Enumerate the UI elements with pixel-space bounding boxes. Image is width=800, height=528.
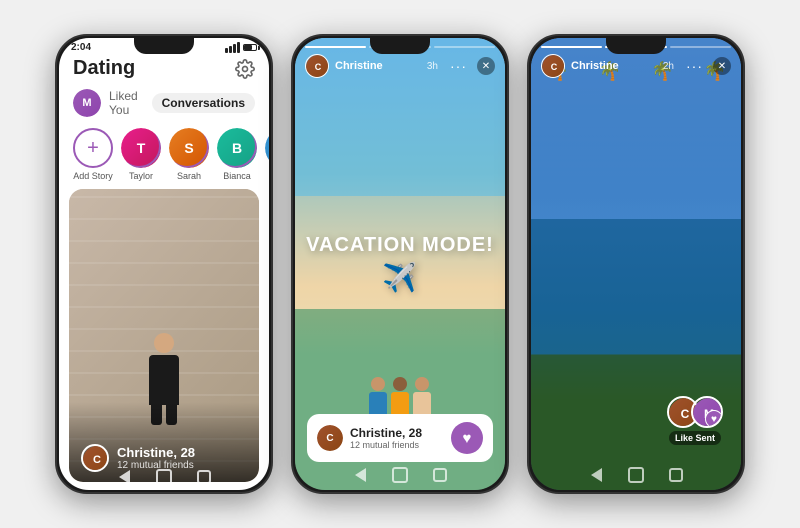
story-avatar-inline-3: C — [541, 54, 565, 78]
nav-back-2[interactable] — [351, 466, 369, 484]
story-add-label: Add Story — [73, 171, 113, 181]
story-meta-3: C Christine 2h ··· ✕ — [541, 54, 731, 78]
person-head — [154, 333, 174, 353]
story-add[interactable]: + Add Story — [73, 128, 113, 181]
story-avatar-taylor: T — [121, 128, 161, 168]
like-avatars-group: C M ♥ — [667, 396, 723, 428]
heart-button-2[interactable]: ♥ — [451, 422, 483, 454]
story-avatar-sp: M — [265, 128, 269, 168]
story-avatar-sarah: S — [169, 128, 209, 168]
person-body — [149, 355, 179, 405]
story-footer-inner-2: C Christine, 28 12 mutual friends ♥ — [307, 414, 493, 462]
nav-recent-2[interactable] — [431, 466, 449, 484]
nav-recent-1[interactable] — [195, 468, 213, 486]
nav-home-3[interactable] — [627, 466, 645, 484]
phone-2-notch — [370, 36, 430, 54]
story-close-2[interactable]: ✕ — [477, 57, 495, 75]
footer-name-2: Christine, 28 — [350, 426, 422, 440]
like-sent-badge: C M ♥ Like Sent — [667, 396, 723, 445]
story-menu-2[interactable]: ··· — [450, 58, 467, 74]
heart-big-icon: ♥ — [705, 410, 723, 428]
story-sp[interactable]: M Sp... — [265, 128, 269, 181]
profile-avatar-small: C — [81, 444, 109, 472]
profile-name-1: Christine, 28 — [117, 445, 247, 460]
story-label-sarah: Sarah — [177, 171, 201, 181]
story-taylor[interactable]: T Taylor — [121, 128, 161, 181]
nav-home-2[interactable] — [391, 466, 409, 484]
story-time-2: 3h — [427, 61, 438, 72]
tabs-row: M Liked You Conversations — [59, 86, 269, 128]
dating-header: Dating — [59, 55, 269, 86]
story-text-2: VACATION MODE! ✈️ — [306, 234, 494, 294]
tab-liked[interactable]: Liked You — [109, 86, 144, 120]
phone-2-nav — [295, 466, 505, 484]
gear-icon[interactable] — [235, 59, 255, 79]
status-time-1: 2:04 — [71, 42, 91, 53]
story-label-taylor: Taylor — [129, 171, 153, 181]
progress-bar-3 — [434, 46, 495, 48]
story-time-3: 2h — [663, 61, 674, 72]
story-bianca[interactable]: B Bianca — [217, 128, 257, 181]
add-story-button[interactable]: + — [73, 128, 113, 168]
nav-home-1[interactable] — [155, 468, 173, 486]
battery-icon-1 — [243, 44, 257, 51]
phone-1-notch — [134, 36, 194, 54]
progress-3-bar-1 — [541, 46, 602, 48]
phone-2: C Christine 3h ··· ✕ VACATION MODE! ✈️ — [291, 34, 509, 494]
nav-back-1[interactable] — [115, 468, 133, 486]
story-username-3: Christine — [571, 60, 657, 72]
stories-row: + Add Story T Taylor S Sarah B — [59, 128, 269, 189]
phone-3: 🌴 🌴 🌴 🌴 — [527, 34, 745, 494]
footer-profile-2: C Christine, 28 12 mutual friends — [317, 425, 422, 451]
like-sent-text: Like Sent — [669, 431, 721, 445]
phone-3-screen: 🌴 🌴 🌴 🌴 — [531, 38, 741, 490]
story-avatar-inline-2: C — [305, 54, 329, 78]
story-screen-2: C Christine 3h ··· ✕ VACATION MODE! ✈️ — [295, 38, 505, 490]
phone-1-nav — [115, 468, 213, 486]
phone-1: 2:04 Dating — [55, 34, 273, 494]
story-close-3[interactable]: ✕ — [713, 57, 731, 75]
profile-card[interactable]: C Christine, 28 12 mutual friends — [69, 189, 259, 482]
story-screen-3: 🌴 🌴 🌴 🌴 — [531, 38, 741, 490]
story-menu-3[interactable]: ··· — [686, 58, 703, 74]
wifi-icon — [225, 42, 240, 53]
phone-3-notch — [606, 36, 666, 54]
progress-3-bar-3 — [670, 46, 731, 48]
footer-avatar-2: C — [317, 425, 343, 451]
airplane-emoji: ✈️ — [306, 261, 494, 294]
like-avatar-2: M ♥ — [691, 396, 723, 428]
story-username-2: Christine — [335, 60, 421, 72]
story-meta-2: C Christine 3h ··· ✕ — [305, 54, 495, 78]
phone-1-screen: 2:04 Dating — [59, 38, 269, 490]
story-label-bianca: Bianca — [223, 171, 251, 181]
story-avatar-bianca: B — [217, 128, 257, 168]
dating-title: Dating — [73, 57, 135, 80]
footer-text-2: Christine, 28 12 mutual friends — [350, 426, 422, 450]
progress-bar-1 — [305, 46, 366, 48]
footer-mutual-2: 12 mutual friends — [350, 440, 422, 450]
story-sarah[interactable]: S Sarah — [169, 128, 209, 181]
status-icons-1 — [225, 42, 257, 53]
nav-back-3[interactable] — [587, 466, 605, 484]
nav-recent-3[interactable] — [667, 466, 685, 484]
story-footer-2: C Christine, 28 12 mutual friends ♥ — [295, 414, 505, 462]
tab-conversations[interactable]: Conversations — [152, 93, 255, 113]
phone-2-screen: C Christine 3h ··· ✕ VACATION MODE! ✈️ — [295, 38, 505, 490]
user-avatar-tab: M — [73, 89, 101, 117]
phone-3-nav — [531, 466, 741, 484]
